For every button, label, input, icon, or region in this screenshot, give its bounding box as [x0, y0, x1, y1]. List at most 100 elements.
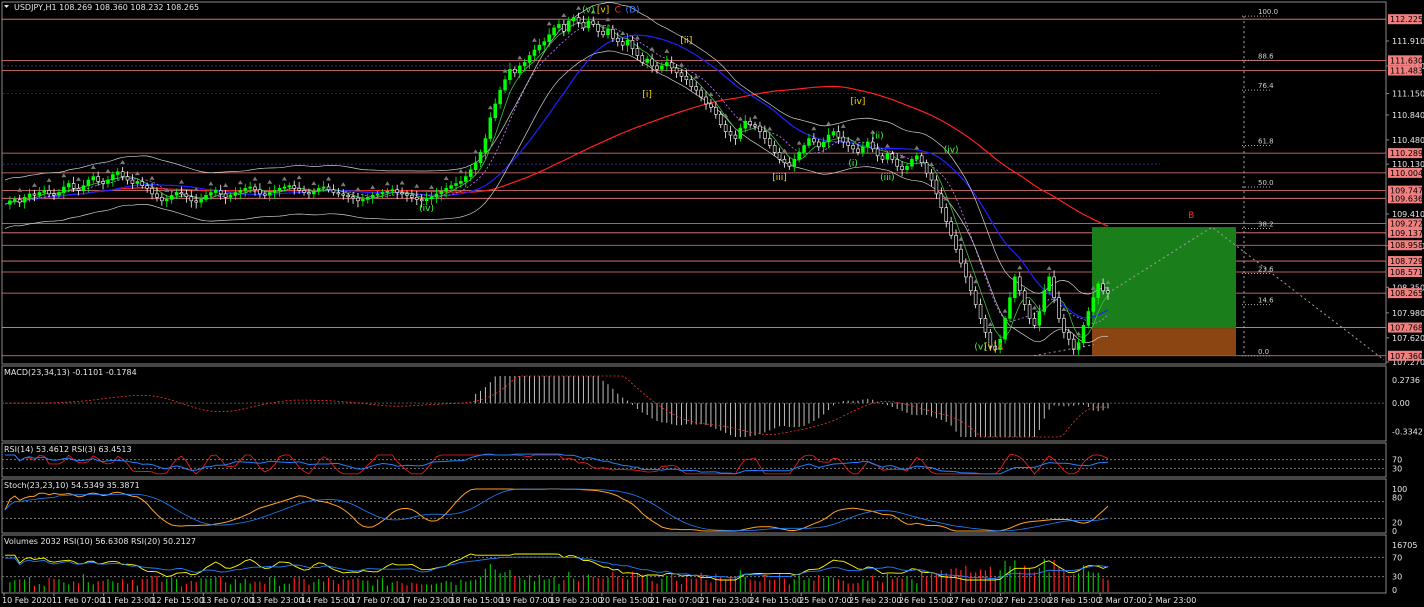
wave-label: C — [615, 6, 621, 16]
candle-body — [606, 28, 610, 36]
price-level-label: 108.265 — [1390, 289, 1423, 298]
candle-body — [944, 207, 948, 222]
candle-body — [601, 30, 605, 36]
candle-body — [513, 69, 517, 74]
wave-label: [i] — [642, 90, 652, 100]
candle-body — [214, 190, 218, 193]
candle-body — [596, 24, 600, 32]
candle-body — [120, 171, 125, 177]
price-level-label: 108.571 — [1390, 268, 1423, 277]
candle-body — [258, 189, 262, 195]
candle-body — [861, 146, 865, 153]
candle-body — [915, 155, 919, 160]
candle-body — [1013, 276, 1017, 298]
candle-body — [978, 304, 983, 319]
candle-body — [263, 193, 267, 196]
candle-body — [929, 172, 934, 181]
candle-body — [307, 192, 311, 195]
candle-body — [22, 197, 27, 203]
candle-body — [758, 125, 762, 132]
fib-label: 50.0 — [1258, 179, 1274, 187]
chart-window[interactable]: 100.0 88.6 76.4 61.8 50.0 38.2 23.6 14.6 0.0 (v)… — [0, 0, 1424, 607]
loss-zone — [1092, 328, 1236, 356]
candle-body — [169, 194, 174, 200]
profit-zone — [1092, 227, 1236, 329]
candle-body — [591, 20, 596, 25]
wave-label: B — [1188, 211, 1194, 221]
candle-body — [150, 188, 154, 195]
candle-body — [380, 192, 385, 195]
date-tick-label: 17 Feb 07:00 — [351, 596, 403, 605]
macd-tick-label: -0.3342 — [1392, 427, 1423, 436]
price-level-label: 108.958 — [1390, 241, 1423, 250]
candle-body — [253, 186, 257, 191]
candle-body — [1027, 304, 1032, 319]
wave-label: (ii) — [872, 132, 884, 142]
candle-body — [351, 196, 355, 199]
date-tick-label: 13 Feb 23:00 — [251, 596, 303, 605]
candle-body — [106, 179, 110, 184]
volume-tick-label: 70 — [1392, 553, 1402, 562]
candle-body — [949, 221, 953, 236]
volume-tick-label: 16705 — [1392, 541, 1417, 550]
candle-body — [797, 152, 801, 160]
candle-body — [763, 131, 767, 139]
candle-body — [792, 158, 797, 167]
candle-body — [973, 290, 978, 305]
candle-body — [434, 193, 439, 197]
candle-body — [1022, 290, 1027, 305]
candle-body — [959, 248, 963, 264]
volume-tick-label: 0 — [1392, 586, 1397, 595]
candle-body — [1086, 311, 1091, 326]
price-tick-label: 111.150 — [1392, 90, 1424, 99]
candle-body — [321, 186, 326, 189]
fib-label: 100.0 — [1258, 8, 1278, 16]
candle-body — [361, 199, 365, 202]
wave-label: (D) — [626, 6, 640, 16]
candle-body — [674, 67, 679, 74]
fib-label: 23.6 — [1258, 265, 1274, 273]
price-level-label: 107.768 — [1390, 324, 1423, 333]
candle-body — [728, 131, 733, 136]
candle-body — [287, 185, 292, 188]
candle-body — [709, 103, 713, 108]
date-tick-label: 2 Mar 07:00 — [1098, 596, 1146, 605]
candle-body — [410, 194, 414, 198]
wave-label: (v) — [582, 6, 594, 16]
candle-body — [890, 153, 895, 160]
macd-tick-label: 0.00 — [1392, 399, 1410, 408]
candle-body — [346, 194, 350, 197]
candle-body — [282, 186, 287, 189]
rsi-tick-label: 30 — [1392, 464, 1402, 473]
price-level-label: 107.360 — [1390, 352, 1423, 361]
wave-label: (i) — [848, 159, 858, 169]
rsi-tick-label: 70 — [1392, 456, 1402, 465]
candle-body — [831, 131, 836, 136]
price-level-label: 108.729 — [1390, 257, 1423, 266]
candle-body — [209, 192, 213, 196]
macd-title: MACD(23,34,13) -0.1101 -0.1784 — [4, 368, 137, 377]
candle-body — [81, 185, 86, 191]
date-tick-label: 17 Feb 23:00 — [401, 596, 453, 605]
candle-body — [62, 186, 66, 193]
candle-body — [699, 89, 703, 98]
candle-body — [101, 181, 105, 184]
candle-body — [748, 120, 752, 125]
fib-label: 14.6 — [1258, 297, 1274, 305]
candle-body — [312, 190, 316, 195]
candle-body — [42, 190, 46, 193]
candle-body — [1052, 276, 1056, 298]
price-level-label: 110.004 — [1390, 169, 1423, 178]
candle-body — [52, 193, 56, 196]
candle-body — [821, 141, 826, 148]
candle-body — [625, 39, 630, 46]
candle-body — [326, 186, 331, 191]
candle-body — [1081, 325, 1086, 343]
price-level-label: 109.636 — [1390, 194, 1423, 203]
wave-label: (iii) — [880, 173, 895, 183]
candle-body — [32, 193, 37, 196]
candle-body — [419, 199, 424, 202]
candle-body — [488, 117, 493, 139]
candle-body — [856, 148, 860, 153]
candle-body — [733, 134, 738, 139]
